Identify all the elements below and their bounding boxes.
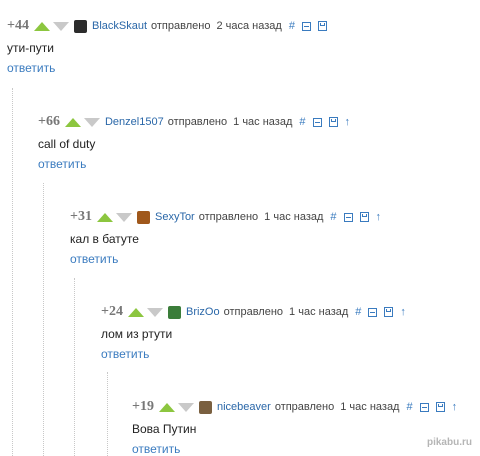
permalink-hash-icon[interactable]: # xyxy=(330,211,336,223)
save-icon[interactable] xyxy=(384,307,394,317)
reply-link[interactable]: ответить xyxy=(101,347,149,361)
comment-text: ути-пути xyxy=(7,41,54,55)
comment-text: Вова Путин xyxy=(132,422,197,436)
comment-rating: +66 xyxy=(38,114,60,129)
comment-header: +66 Denzel1507 отправлено 1 час назад # … xyxy=(38,113,350,131)
comment-text: call of duty xyxy=(38,137,96,151)
comment-header: +19 nicebeaver отправлено 1 час назад # … xyxy=(132,398,457,416)
permalink-hash-icon[interactable]: # xyxy=(355,306,361,318)
save-icon[interactable] xyxy=(317,21,327,31)
username-link[interactable]: BlackSkaut xyxy=(92,20,147,32)
comment-header: +44 BlackSkaut отправлено 2 часа назад # xyxy=(7,17,327,35)
username-link[interactable]: SexyTor xyxy=(155,211,195,223)
comment-rating: +24 xyxy=(101,304,123,319)
vote-up-arrow-icon[interactable] xyxy=(96,212,113,222)
avatar[interactable] xyxy=(167,305,181,319)
avatar[interactable] xyxy=(198,400,212,414)
timestamp: 1 час назад xyxy=(264,211,324,223)
vote-down-arrow-icon[interactable] xyxy=(83,117,100,127)
save-icon[interactable] xyxy=(435,402,445,412)
thread-line-4 xyxy=(107,372,108,456)
comment-rating: +31 xyxy=(70,209,92,224)
vote-down-arrow-icon[interactable] xyxy=(177,402,194,412)
timestamp: 1 час назад xyxy=(233,116,293,128)
comment-rating: +44 xyxy=(7,18,29,33)
reply-link[interactable]: ответить xyxy=(132,442,180,456)
reply-link[interactable]: ответить xyxy=(7,61,55,75)
timestamp: 1 час назад xyxy=(340,401,400,413)
comment-header: +31 SexyTor отправлено 1 час назад # ↑ xyxy=(70,208,381,226)
sent-label: отправлено xyxy=(151,20,211,32)
parent-up-arrow-icon[interactable]: ↑ xyxy=(376,211,382,223)
comment-rating: +19 xyxy=(132,399,154,414)
sent-label: отправлено xyxy=(274,401,335,413)
username-link[interactable]: nicebeaver xyxy=(217,401,271,413)
username-link[interactable]: BrizOo xyxy=(186,306,220,318)
save-icon[interactable] xyxy=(359,212,369,222)
username-link[interactable]: Denzel1507 xyxy=(105,116,164,128)
collapse-icon[interactable] xyxy=(312,117,322,127)
vote-up-arrow-icon[interactable] xyxy=(158,402,175,412)
sent-label: отправлено xyxy=(198,211,259,223)
timestamp: 1 час назад xyxy=(289,306,349,318)
avatar[interactable] xyxy=(136,210,150,224)
reply-link[interactable]: ответить xyxy=(70,252,118,266)
avatar[interactable] xyxy=(73,19,87,33)
vote-down-arrow-icon[interactable] xyxy=(146,307,163,317)
timestamp: 2 часа назад xyxy=(216,20,282,32)
vote-up-arrow-icon[interactable] xyxy=(127,307,144,317)
vote-up-arrow-icon[interactable] xyxy=(33,21,50,31)
parent-up-arrow-icon[interactable]: ↑ xyxy=(345,116,351,128)
collapse-icon[interactable] xyxy=(368,307,378,317)
permalink-hash-icon[interactable]: # xyxy=(299,116,305,128)
thread-line-1 xyxy=(12,88,13,456)
thread-line-2 xyxy=(43,183,44,456)
sent-label: отправлено xyxy=(223,306,284,318)
thread-line-3 xyxy=(74,278,75,456)
collapse-icon[interactable] xyxy=(343,212,353,222)
permalink-hash-icon[interactable]: # xyxy=(406,401,412,413)
comment-text: кал в батуте xyxy=(70,232,139,246)
sent-label: отправлено xyxy=(167,116,228,128)
watermark-logo: pikabu.ru xyxy=(426,437,472,448)
parent-up-arrow-icon[interactable]: ↑ xyxy=(400,306,406,318)
vote-up-arrow-icon[interactable] xyxy=(64,117,81,127)
permalink-hash-icon[interactable]: # xyxy=(289,20,295,32)
reply-link[interactable]: ответить xyxy=(38,157,86,171)
save-icon[interactable] xyxy=(328,117,338,127)
comment-header: +24 BrizOo отправлено 1 час назад # ↑ xyxy=(101,303,406,321)
parent-up-arrow-icon[interactable]: ↑ xyxy=(452,401,458,413)
comment-text: лом из ртути xyxy=(101,327,173,341)
vote-down-arrow-icon[interactable] xyxy=(52,21,69,31)
collapse-icon[interactable] xyxy=(301,21,311,31)
vote-down-arrow-icon[interactable] xyxy=(115,212,132,222)
collapse-icon[interactable] xyxy=(419,402,429,412)
